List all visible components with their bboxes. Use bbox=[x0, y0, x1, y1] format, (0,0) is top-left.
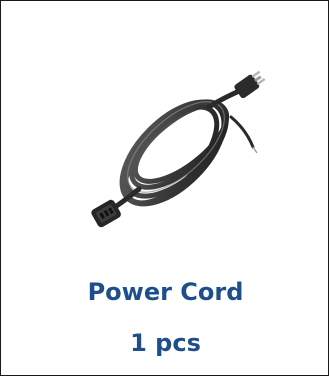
product-name: Power Cord bbox=[87, 278, 244, 306]
power-cord-image bbox=[81, 47, 271, 245]
product-card: Power Cord 1 pcs bbox=[0, 0, 329, 376]
product-quantity: 1 pcs bbox=[130, 329, 201, 357]
